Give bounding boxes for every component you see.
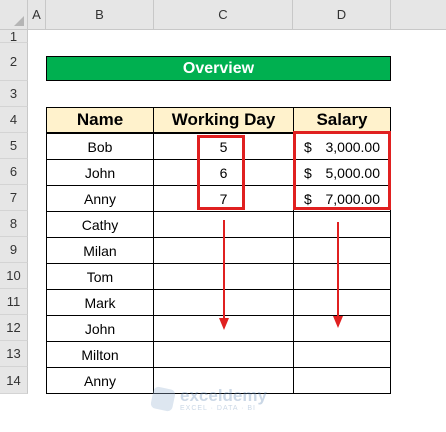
name-cell[interactable]: John [46,159,154,186]
row-header-11[interactable]: 11 [0,289,28,315]
select-all-corner[interactable] [0,0,28,30]
row-header-9[interactable]: 9 [0,237,28,263]
name-cell[interactable]: Anny [46,185,154,212]
name-cell[interactable]: Cathy [46,211,154,238]
name-cell[interactable]: Bob [46,133,154,160]
working-day-cell[interactable] [153,341,294,368]
watermark-title: exceldemy [180,386,267,405]
select-all-triangle-icon [14,16,24,26]
row-header-12[interactable]: 12 [0,315,28,341]
fill-down-arrow-line-d [337,222,339,318]
salary-cell[interactable] [293,367,391,394]
name-cell[interactable]: Anny [46,367,154,394]
column-header-e[interactable] [391,0,446,30]
row-header-1[interactable]: 1 [0,30,28,43]
salary-highlight-box [293,131,391,210]
row-header-2[interactable]: 2 [0,43,28,81]
watermark-subtitle: EXCEL · DATA · BI [180,405,256,412]
row-header-14[interactable]: 14 [0,367,28,394]
fill-down-arrow-line-c [223,220,225,320]
row-header-4[interactable]: 4 [0,107,28,133]
name-cell[interactable]: Tom [46,263,154,290]
salary-cell[interactable] [293,263,391,290]
column-header-b[interactable]: B [46,0,154,30]
header-name[interactable]: Name [46,107,154,133]
column-header-a[interactable]: A [28,0,46,30]
header-working-day[interactable]: Working Day [153,107,294,133]
exceldemy-watermark: exceldemy EXCEL · DATA · BI [149,384,302,418]
salary-cell[interactable] [293,237,391,264]
arrow-down-icon [219,318,229,330]
spreadsheet: A B C D 1 2 3 4 5 6 7 8 9 10 11 12 13 14 Overview Nam… [0,0,446,432]
working-day-highlight-box [197,135,245,210]
salary-cell[interactable] [293,289,391,316]
row-header-6[interactable]: 6 [0,159,28,185]
column-header-c[interactable]: C [154,0,293,30]
salary-cell[interactable] [293,341,391,368]
arrow-down-icon [333,316,343,328]
name-cell[interactable]: Milton [46,341,154,368]
row-header-8[interactable]: 8 [0,211,28,237]
overview-title[interactable]: Overview [46,56,391,81]
header-salary[interactable]: Salary [293,107,391,133]
exceldemy-logo-icon [149,385,177,413]
row-header-13[interactable]: 13 [0,341,28,367]
column-header-d[interactable]: D [293,0,391,30]
row-header-5[interactable]: 5 [0,133,28,159]
name-cell[interactable]: Milan [46,237,154,264]
row-header-10[interactable]: 10 [0,263,28,289]
name-cell[interactable]: John [46,315,154,342]
row-header-3[interactable]: 3 [0,81,28,107]
row-header-7[interactable]: 7 [0,185,28,211]
name-cell[interactable]: Mark [46,289,154,316]
salary-cell[interactable] [293,211,391,238]
